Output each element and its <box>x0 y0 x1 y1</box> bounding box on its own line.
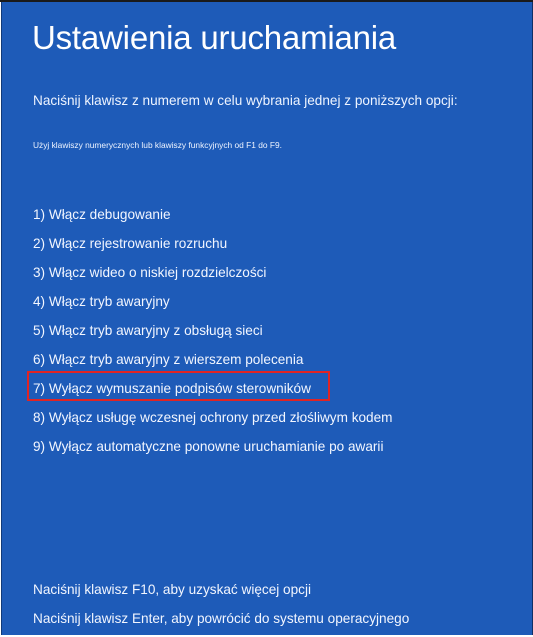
footer-more-options[interactable]: Naciśnij klawisz F10, aby uzyskać więcej… <box>33 575 409 604</box>
hint-text: Użyj klawiszy numerycznych lub klawiszy … <box>33 140 283 150</box>
option-safe-mode-networking[interactable]: 5) Włącz tryb awaryjny z obsługą sieci <box>33 316 393 345</box>
option-disable-early-launch-antimalware[interactable]: 8) Wyłącz usługę wczesnej ochrony przed … <box>33 403 393 432</box>
option-safe-mode-command-prompt[interactable]: 6) Włącz tryb awaryjny z wierszem polece… <box>33 345 393 374</box>
instruction-text: Naciśnij klawisz z numerem w celu wybran… <box>33 93 458 108</box>
footer: Naciśnij klawisz F10, aby uzyskać więcej… <box>33 575 409 633</box>
option-enable-low-resolution-video[interactable]: 3) Włącz wideo o niskiej rozdzielczości <box>33 258 393 287</box>
startup-options-list: 1) Włącz debugowanie 2) Włącz rejestrowa… <box>33 200 393 461</box>
highlight-box <box>27 371 330 401</box>
page-title: Ustawienia uruchamiania <box>32 19 397 56</box>
option-enable-safe-mode[interactable]: 4) Włącz tryb awaryjny <box>33 287 393 316</box>
option-enable-boot-logging[interactable]: 2) Włącz rejestrowanie rozruchu <box>33 229 393 258</box>
footer-return[interactable]: Naciśnij klawisz Enter, aby powrócić do … <box>33 604 409 633</box>
option-disable-auto-restart[interactable]: 9) Wyłącz automatyczne ponowne uruchamia… <box>33 432 393 461</box>
option-enable-debugging[interactable]: 1) Włącz debugowanie <box>33 200 393 229</box>
startup-settings-screen: Ustawienia uruchamiania Naciśnij klawisz… <box>1 2 533 635</box>
